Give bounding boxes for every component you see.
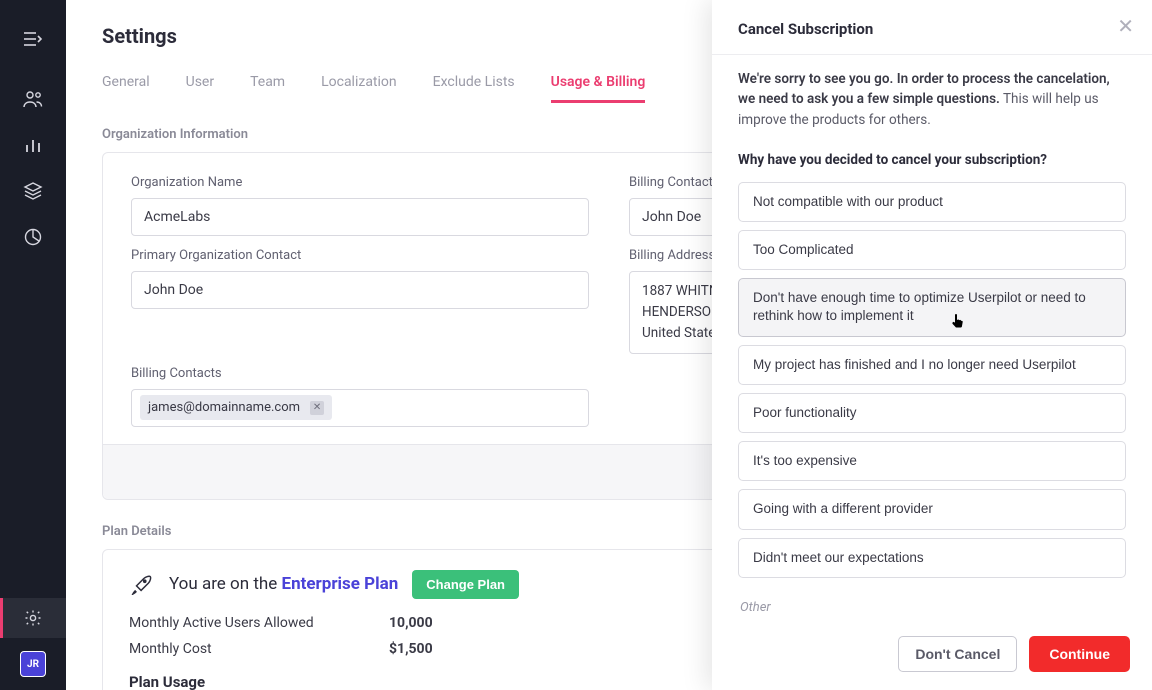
cancel-option-2[interactable]: Don't have enough time to optimize Userp…	[738, 278, 1126, 336]
cost-label: Monthly Cost	[129, 641, 349, 657]
menu-toggle-icon[interactable]	[0, 16, 66, 62]
cancel-option-1[interactable]: Too Complicated	[738, 230, 1126, 270]
continue-button[interactable]: Continue	[1029, 636, 1130, 672]
cancel-option-4[interactable]: Poor functionality	[738, 393, 1126, 433]
cancel-option-6[interactable]: Going with a different provider	[738, 489, 1126, 529]
tab-general[interactable]: General	[102, 74, 150, 103]
change-plan-button[interactable]: Change Plan	[412, 570, 519, 599]
drawer-title: Cancel Subscription	[738, 20, 1126, 38]
billing-emails-input[interactable]: james@domainname.com ✕	[131, 389, 589, 427]
address-line-3: United States	[642, 324, 722, 343]
cost-value: $1,500	[389, 641, 433, 657]
mau-label: Monthly Active Users Allowed	[129, 615, 349, 631]
gear-icon	[24, 609, 42, 627]
cancel-subscription-drawer: Cancel Subscription ✕ We're sorry to see…	[712, 0, 1152, 690]
cancel-option-0[interactable]: Not compatible with our product	[738, 182, 1126, 222]
cancel-option-7[interactable]: Didn't meet our expectations	[738, 538, 1126, 578]
cancel-option-5[interactable]: It's too expensive	[738, 441, 1126, 481]
sidebar: JR	[0, 0, 66, 690]
email-tag-text: james@domainname.com	[148, 400, 300, 415]
drawer-intro: We're sorry to see you go. In order to p…	[738, 69, 1126, 130]
avatar: JR	[20, 651, 46, 677]
primary-contact-input[interactable]: John Doe	[131, 271, 589, 309]
remove-tag-icon[interactable]: ✕	[310, 401, 324, 415]
primary-contact-label: Primary Organization Contact	[131, 248, 589, 263]
chart-icon[interactable]	[0, 122, 66, 168]
cancel-options: Not compatible with our product Too Comp…	[738, 182, 1126, 578]
settings-nav-item[interactable]	[0, 598, 66, 638]
billing-emails-label: Billing Contacts	[131, 366, 589, 381]
tab-team[interactable]: Team	[250, 74, 285, 103]
tab-exclude-lists[interactable]: Exclude Lists	[433, 74, 515, 103]
email-tag: james@domainname.com ✕	[140, 395, 332, 420]
org-name-input[interactable]: AcmeLabs	[131, 198, 589, 236]
cancel-question: Why have you decided to cancel your subs…	[738, 152, 1126, 168]
people-icon[interactable]	[0, 76, 66, 122]
plan-status-text: You are on the Enterprise Plan	[169, 574, 398, 594]
org-name-label: Organization Name	[131, 175, 589, 190]
cancel-option-3[interactable]: My project has finished and I no longer …	[738, 345, 1126, 385]
tab-localization[interactable]: Localization	[321, 74, 397, 103]
pie-icon[interactable]	[0, 214, 66, 260]
dont-cancel-button[interactable]: Don't Cancel	[898, 636, 1017, 672]
mau-value: 10,000	[389, 615, 433, 631]
layers-icon[interactable]	[0, 168, 66, 214]
tab-usage-billing[interactable]: Usage & Billing	[551, 74, 646, 103]
other-reason-input[interactable]: Other	[738, 590, 1126, 618]
rocket-icon	[129, 571, 155, 597]
close-icon[interactable]: ✕	[1117, 14, 1134, 38]
avatar-slot[interactable]: JR	[0, 638, 66, 690]
tab-user[interactable]: User	[186, 74, 214, 103]
cursor-icon	[951, 313, 965, 334]
